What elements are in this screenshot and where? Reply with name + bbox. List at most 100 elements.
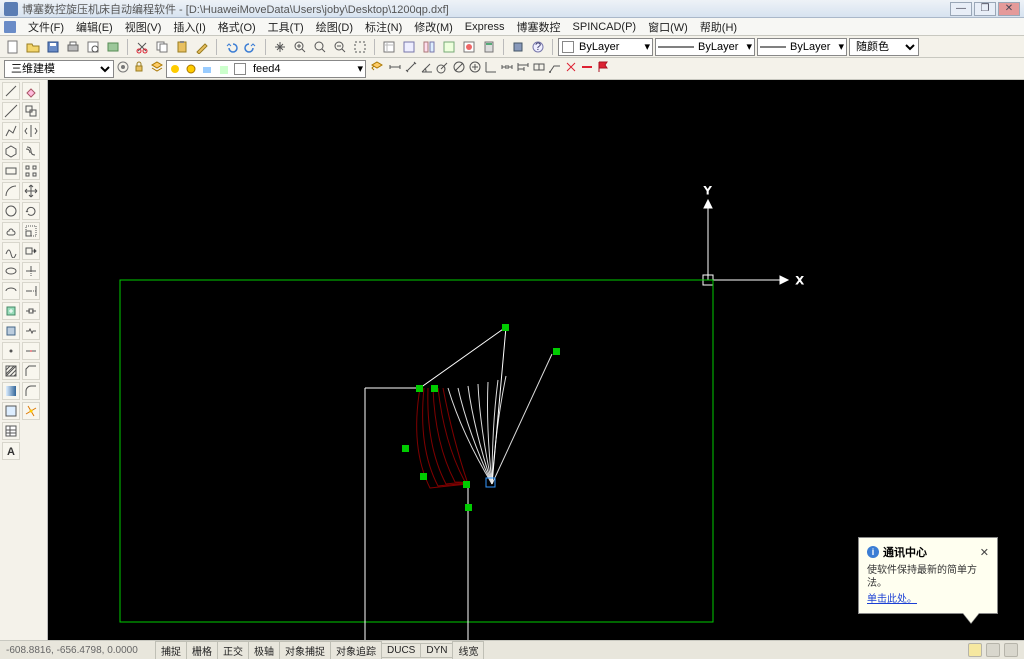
menu-draw[interactable]: 绘图(D)	[310, 19, 359, 35]
menu-help[interactable]: 帮助(H)	[694, 19, 743, 35]
tolerance-icon[interactable]	[532, 60, 546, 77]
dim-aligned-icon[interactable]	[404, 60, 418, 77]
join-icon[interactable]	[22, 342, 40, 360]
menu-view[interactable]: 视图(V)	[119, 19, 168, 35]
mirror-icon[interactable]	[22, 122, 40, 140]
menu-cnc[interactable]: 博塞数控	[511, 19, 567, 35]
help-icon[interactable]: ?	[529, 38, 547, 56]
preview-icon[interactable]	[84, 38, 102, 56]
region-icon[interactable]	[2, 402, 20, 420]
layer-prev-icon[interactable]	[370, 60, 384, 77]
rotate-icon[interactable]	[22, 202, 40, 220]
pan-icon[interactable]	[271, 38, 289, 56]
block-icon[interactable]	[509, 38, 527, 56]
osnap-toggle[interactable]: 对象捕捉	[279, 641, 331, 659]
menu-insert[interactable]: 插入(I)	[167, 19, 211, 35]
menu-tools[interactable]: 工具(T)	[262, 19, 310, 35]
print-icon[interactable]	[64, 38, 82, 56]
tooltip-link[interactable]: 单击此处。	[867, 594, 917, 605]
dim-diameter-icon[interactable]	[452, 60, 466, 77]
workspace-lock-icon[interactable]	[132, 60, 146, 77]
pline-icon[interactable]	[2, 122, 20, 140]
snap-toggle[interactable]: 捕捉	[155, 641, 187, 659]
zoom-realtime-icon[interactable]	[291, 38, 309, 56]
explode-icon[interactable]	[22, 402, 40, 420]
tray-expand-icon[interactable]	[1004, 643, 1018, 657]
sheet-set-icon[interactable]	[440, 38, 458, 56]
color-select[interactable]: 随颜色	[849, 38, 919, 56]
layer-manager-icon[interactable]	[150, 60, 164, 77]
copy-tool-icon[interactable]	[22, 102, 40, 120]
menu-express[interactable]: Express	[459, 21, 511, 33]
extend-icon[interactable]	[22, 282, 40, 300]
grid-toggle[interactable]: 栅格	[186, 641, 218, 659]
menu-modify[interactable]: 修改(M)	[408, 19, 459, 35]
gradient-icon[interactable]	[2, 382, 20, 400]
quick-dim-icon[interactable]	[564, 60, 578, 77]
zoom-window-icon[interactable]	[311, 38, 329, 56]
dim-continue-icon[interactable]	[500, 60, 514, 77]
revcloud-icon[interactable]	[2, 222, 20, 240]
minimize-button[interactable]: —	[950, 2, 972, 16]
menu-window[interactable]: 窗口(W)	[642, 19, 694, 35]
line-icon[interactable]	[2, 82, 20, 100]
trim-icon[interactable]	[22, 262, 40, 280]
erase-icon[interactable]	[22, 82, 40, 100]
dim-linear-icon[interactable]	[388, 60, 402, 77]
otrack-toggle[interactable]: 对象追踪	[330, 641, 382, 659]
menu-edit[interactable]: 编辑(E)	[70, 19, 119, 35]
workspace-select[interactable]: 三维建模	[4, 60, 114, 78]
dim-update-icon[interactable]	[580, 60, 594, 77]
arc-icon[interactable]	[2, 182, 20, 200]
center-mark-icon[interactable]	[468, 60, 482, 77]
ducs-toggle[interactable]: DUCS	[381, 643, 421, 658]
spline-icon[interactable]	[2, 242, 20, 260]
redo-icon[interactable]	[242, 38, 260, 56]
point-icon[interactable]	[2, 342, 20, 360]
workspace-settings-icon[interactable]	[116, 60, 130, 77]
dim-baseline-icon[interactable]	[516, 60, 530, 77]
zoom-previous-icon[interactable]	[331, 38, 349, 56]
linetype-combo[interactable]: ByLayer▾	[655, 38, 755, 56]
insert-block-icon[interactable]	[2, 302, 20, 320]
make-block-icon[interactable]	[2, 322, 20, 340]
flag-icon[interactable]	[596, 60, 610, 77]
new-file-icon[interactable]	[4, 38, 22, 56]
ortho-icon[interactable]	[484, 60, 498, 77]
ellipse-icon[interactable]	[2, 262, 20, 280]
break-icon[interactable]	[22, 322, 40, 340]
lwt-toggle[interactable]: 线宽	[452, 641, 484, 659]
stretch-icon[interactable]	[22, 242, 40, 260]
table-icon[interactable]	[2, 422, 20, 440]
offset-icon[interactable]	[22, 142, 40, 160]
xline-icon[interactable]	[2, 102, 20, 120]
ellipse-arc-icon[interactable]	[2, 282, 20, 300]
tooltip-close-icon[interactable]: ✕	[980, 546, 989, 559]
open-file-icon[interactable]	[24, 38, 42, 56]
circle-icon[interactable]	[2, 202, 20, 220]
fillet-icon[interactable]	[22, 382, 40, 400]
plot-icon[interactable]	[104, 38, 122, 56]
dyn-toggle[interactable]: DYN	[420, 643, 453, 658]
save-icon[interactable]	[44, 38, 62, 56]
lock-icon[interactable]	[986, 643, 1000, 657]
hatch-icon[interactable]	[2, 362, 20, 380]
dim-angle-icon[interactable]	[420, 60, 434, 77]
undo-icon[interactable]	[222, 38, 240, 56]
close-button[interactable]: ✕	[998, 2, 1020, 16]
paste-icon[interactable]	[173, 38, 191, 56]
menu-file[interactable]: 文件(F)	[22, 19, 70, 35]
copy-icon[interactable]	[153, 38, 171, 56]
polar-toggle[interactable]: 极轴	[248, 641, 280, 659]
menu-annotate[interactable]: 标注(N)	[359, 19, 408, 35]
leader-icon[interactable]	[548, 60, 562, 77]
markup-icon[interactable]	[460, 38, 478, 56]
break-point-icon[interactable]	[22, 302, 40, 320]
layer-color-combo[interactable]: ByLayer▾	[558, 38, 653, 56]
zoom-extents-icon[interactable]	[351, 38, 369, 56]
layer-combo[interactable]: feed4▾	[166, 60, 366, 78]
calc-icon[interactable]	[480, 38, 498, 56]
ortho-toggle[interactable]: 正交	[217, 641, 249, 659]
polygon-icon[interactable]	[2, 142, 20, 160]
rectangle-icon[interactable]	[2, 162, 20, 180]
